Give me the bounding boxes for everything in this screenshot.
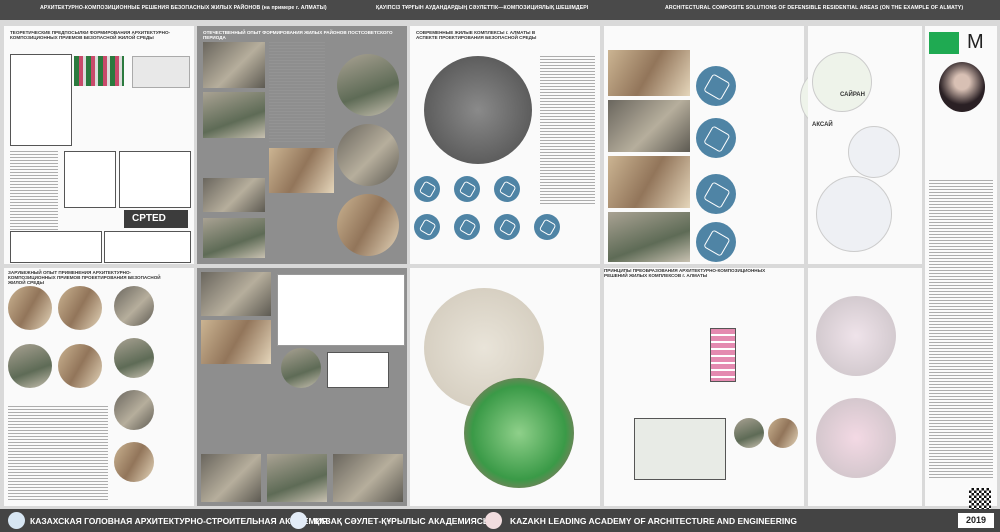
photo-circle <box>114 390 154 430</box>
model-circle <box>816 398 896 478</box>
diagram-sketch <box>10 54 72 146</box>
photo <box>269 148 334 193</box>
data-table <box>277 274 405 346</box>
photo <box>608 50 690 96</box>
scheme-icon <box>414 176 440 202</box>
photo-circle <box>337 194 399 256</box>
photo <box>203 218 265 258</box>
photo-circle <box>58 286 102 330</box>
green-badge <box>929 32 959 54</box>
building-model <box>710 328 736 382</box>
text-block <box>10 151 58 231</box>
header-bar: АРХИТЕКТУРНО-КОМПОЗИЦИОННЫЕ РЕШЕНИЯ БЕЗО… <box>0 0 1000 20</box>
scheme-icon <box>534 214 560 240</box>
footer-bar: КАЗАХСКАЯ ГОЛОВНАЯ АРХИТЕКТУРНО-СТРОИТЕЛ… <box>0 509 1000 532</box>
footer-name-en: KAZAKH LEADING ACADEMY OF ARCHITECTURE A… <box>510 516 797 526</box>
photo <box>608 212 690 262</box>
section-sketch-2 <box>104 231 191 263</box>
model-circle <box>816 296 896 376</box>
title-kz: ҚАУІПСІЗ ТҰРҒЫН АУДАНДАРДЫҢ СӘУЛЕТТІК—КО… <box>376 5 589 11</box>
matrix-diagram <box>74 56 124 86</box>
logo-icon <box>290 512 307 529</box>
panel-maps: САЙРАН АКСАЙ <box>808 26 922 264</box>
photo <box>201 320 271 364</box>
scheme-icon <box>696 222 736 262</box>
photo <box>203 178 265 212</box>
section-title-principles: ПРИНЦИПЫ ПРЕОБРАЗОВАНИЯ АРХИТЕКТУРНО-КОМ… <box>604 268 766 279</box>
aerial-map-circle <box>424 56 532 164</box>
qr-code[interactable] <box>969 488 991 510</box>
photo-circle <box>8 344 52 388</box>
panel-modern: СОВРЕМЕННЫЕ ЖИЛЫЕ КОМПЛЕКСЫ г. АЛМАТЫ В … <box>410 26 600 264</box>
map-label-sairan: САЙРАН <box>840 92 865 98</box>
photo-circle <box>114 442 154 482</box>
section-title-modern: СОВРЕМЕННЫЕ ЖИЛЫЕ КОМПЛЕКСЫ г. АЛМАТЫ В … <box>416 30 537 41</box>
academy-logo-icon <box>8 512 25 529</box>
cpted-label: CPTED <box>132 213 166 224</box>
photo <box>203 42 265 88</box>
photo <box>608 156 690 208</box>
section-title-foreign: ЗАРУБЕЖНЫЙ ОПЫТ ПРИМЕНЕНИЯ АРХИТЕКТУРНО-… <box>8 270 161 286</box>
text-block <box>269 42 325 142</box>
photo <box>201 454 261 502</box>
year-badge: 2019 <box>958 513 994 528</box>
photo <box>203 92 265 138</box>
street-sketch <box>64 151 116 208</box>
scheme-icon <box>696 66 736 106</box>
scheme-icon <box>494 176 520 202</box>
scheme-icon <box>696 174 736 214</box>
panel-examples <box>197 268 407 506</box>
panel-complexes <box>604 26 864 264</box>
photo-circle <box>768 418 798 448</box>
axonometric-sketch <box>327 352 389 388</box>
panel-foreign: ЗАРУБЕЖНЫЙ ОПЫТ ПРИМЕНЕНИЯ АРХИТЕКТУРНО-… <box>4 268 194 506</box>
panel-domestic: ОТЕЧЕСТВЕННЫЙ ОПЫТ ФОРМИРОВАНИЯ ЖИЛЫХ РА… <box>197 26 407 264</box>
cpted-banner: CPTED <box>124 210 188 228</box>
text-block <box>540 56 595 206</box>
map-label-aksai: АКСАЙ <box>812 122 833 128</box>
photo <box>333 454 403 502</box>
photo-circle <box>734 418 764 448</box>
panel-models <box>808 268 922 506</box>
panel-theory: ТЕОРЕТИЧЕСКИЕ ПРЕДПОСЫЛКИ ФОРМИРОВАНИЯ А… <box>4 26 194 264</box>
scheme-icon <box>454 214 480 240</box>
map-circle <box>812 52 872 112</box>
scheme-icon <box>494 214 520 240</box>
section-sketch-1 <box>10 231 102 263</box>
section-title-theory: ТЕОРЕТИЧЕСКИЕ ПРЕДПОСЫЛКИ ФОРМИРОВАНИЯ А… <box>10 30 171 41</box>
photo <box>201 272 271 316</box>
title-ru: АРХИТЕКТУРНО-КОМПОЗИЦИОННЫЕ РЕШЕНИЯ БЕЗО… <box>40 5 327 11</box>
text-block <box>8 406 108 502</box>
scheme-icon <box>414 214 440 240</box>
photo <box>267 454 327 502</box>
logo-icon <box>485 512 502 529</box>
photo-circle <box>114 286 154 326</box>
panel-masterplan <box>410 268 600 506</box>
footer-name-ru: КАЗАХСКАЯ ГОЛОВНАЯ АРХИТЕКТУРНО-СТРОИТЕЛ… <box>30 516 328 526</box>
photo-circle <box>8 286 52 330</box>
chart-diagram <box>132 56 190 88</box>
badge-letter: M <box>967 31 984 53</box>
photo-circle <box>337 124 399 186</box>
photo <box>608 100 690 152</box>
photo-circle <box>281 348 321 388</box>
section-title-domestic: ОТЕЧЕСТВЕННЫЙ ОПЫТ ФОРМИРОВАНИЯ ЖИЛЫХ РА… <box>203 30 393 41</box>
photo-circle <box>337 54 399 116</box>
text-block <box>929 180 993 480</box>
author-photo <box>939 62 985 112</box>
title-en: ARCHITECTURAL COMPOSITE SOLUTIONS OF DEF… <box>665 5 964 11</box>
footer-name-kz: ҚАЗАҚ СӘУЛЕТ-ҚҰРЫЛЫС АКАДЕМИЯСЫ <box>314 516 492 526</box>
scheme-icon <box>696 118 736 158</box>
panel-principles: ПРИНЦИПЫ ПРЕОБРАЗОВАНИЯ АРХИТЕКТУРНО-КОМ… <box>604 268 804 506</box>
complex-model <box>634 418 726 480</box>
scheme-icon <box>454 176 480 202</box>
panel-author: M <box>925 26 997 510</box>
scheme-sketch <box>119 151 191 208</box>
map-circle <box>816 176 892 252</box>
map-circle <box>848 126 900 178</box>
photo-circle <box>58 344 102 388</box>
photo-circle <box>114 338 154 378</box>
zoning-circle <box>464 378 574 488</box>
